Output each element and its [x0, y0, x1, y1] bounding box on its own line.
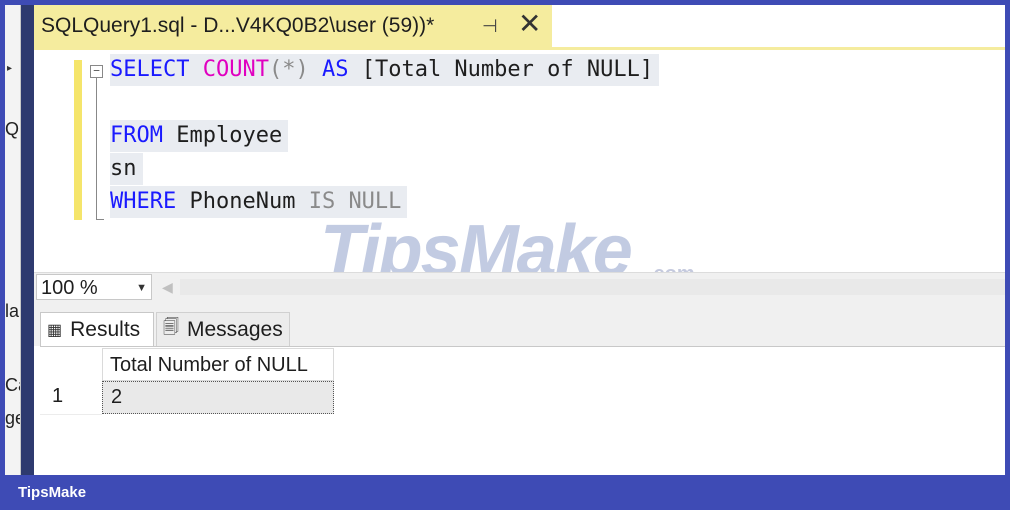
explorer-fragment: ge	[5, 408, 20, 428]
function-count: COUNT	[202, 57, 269, 82]
query-tab-title: SQLQuery1.sql - D...V4KQ0B2\user (59))*	[41, 14, 435, 37]
keyword-select: SELECT	[110, 57, 190, 82]
code-line-select: SELECT COUNT(*) AS [Total Number of NULL…	[110, 54, 660, 86]
tab-results[interactable]: ▦ Results	[40, 312, 154, 346]
row-number[interactable]: 1	[52, 385, 63, 408]
keyword-from: FROM	[110, 123, 163, 148]
footer-brand: TipsMake	[18, 484, 87, 501]
pin-icon[interactable]: ⊣	[482, 16, 498, 37]
zoom-dropdown[interactable]: 100 % ▼	[36, 274, 152, 300]
result-cell[interactable]: 2	[102, 381, 334, 414]
column-header[interactable]: Total Number of NULL	[102, 348, 334, 381]
query-editor-window: SQLQuery1.sql - D...V4KQ0B2\user (59))* …	[34, 5, 1005, 476]
close-icon[interactable]: ✕	[518, 9, 541, 39]
query-tab[interactable]: SQLQuery1.sql - D...V4KQ0B2\user (59))* …	[34, 5, 552, 47]
zoom-bar: 100 % ▼ ◀	[34, 272, 1005, 303]
panel-splitter[interactable]	[21, 5, 34, 475]
fold-guide-end	[96, 219, 104, 220]
table-name: Employee	[176, 123, 283, 148]
results-tab-strip: ▦ Results 🗐 Messages	[34, 302, 1005, 346]
horizontal-scrollbar[interactable]	[180, 279, 1005, 295]
grid-icon: ▦	[47, 321, 63, 339]
footer-bar: TipsMake	[0, 475, 1010, 510]
code-editor[interactable]: − SELECT COUNT(*) AS [Total Number of NU…	[34, 50, 1005, 291]
alias-text: sn	[110, 156, 137, 181]
explorer-fragment: Ca	[5, 375, 20, 395]
scroll-left-icon[interactable]: ◀	[162, 279, 173, 296]
code-line-sn: sn	[110, 153, 143, 185]
column-alias: [Total Number of NULL]	[361, 57, 654, 82]
row-divider	[40, 414, 102, 415]
results-grid: Total Number of NULL 1 2	[40, 346, 1005, 476]
fold-guide	[96, 77, 97, 220]
messages-icon: 🗐	[163, 319, 179, 336]
column-name: PhoneNum	[189, 189, 296, 214]
change-margin-bar	[74, 60, 82, 220]
explorer-fragment: QL	[5, 119, 20, 139]
tab-results-label: Results	[70, 317, 141, 341]
tab-messages-label: Messages	[186, 317, 283, 341]
object-explorer-edge: ▸ QL la Ca ge	[5, 5, 21, 475]
expand-arrow-icon[interactable]: ▸	[7, 63, 12, 74]
zoom-value: 100 %	[41, 277, 98, 299]
count-args: (*)	[268, 57, 309, 82]
keyword-as: AS	[321, 57, 349, 82]
tab-messages[interactable]: 🗐 Messages	[156, 312, 290, 346]
code-line-from: FROM Employee	[110, 120, 289, 152]
explorer-fragment: la	[5, 301, 20, 321]
chevron-down-icon[interactable]: ▼	[136, 275, 147, 301]
keyword-where: WHERE	[110, 189, 177, 214]
